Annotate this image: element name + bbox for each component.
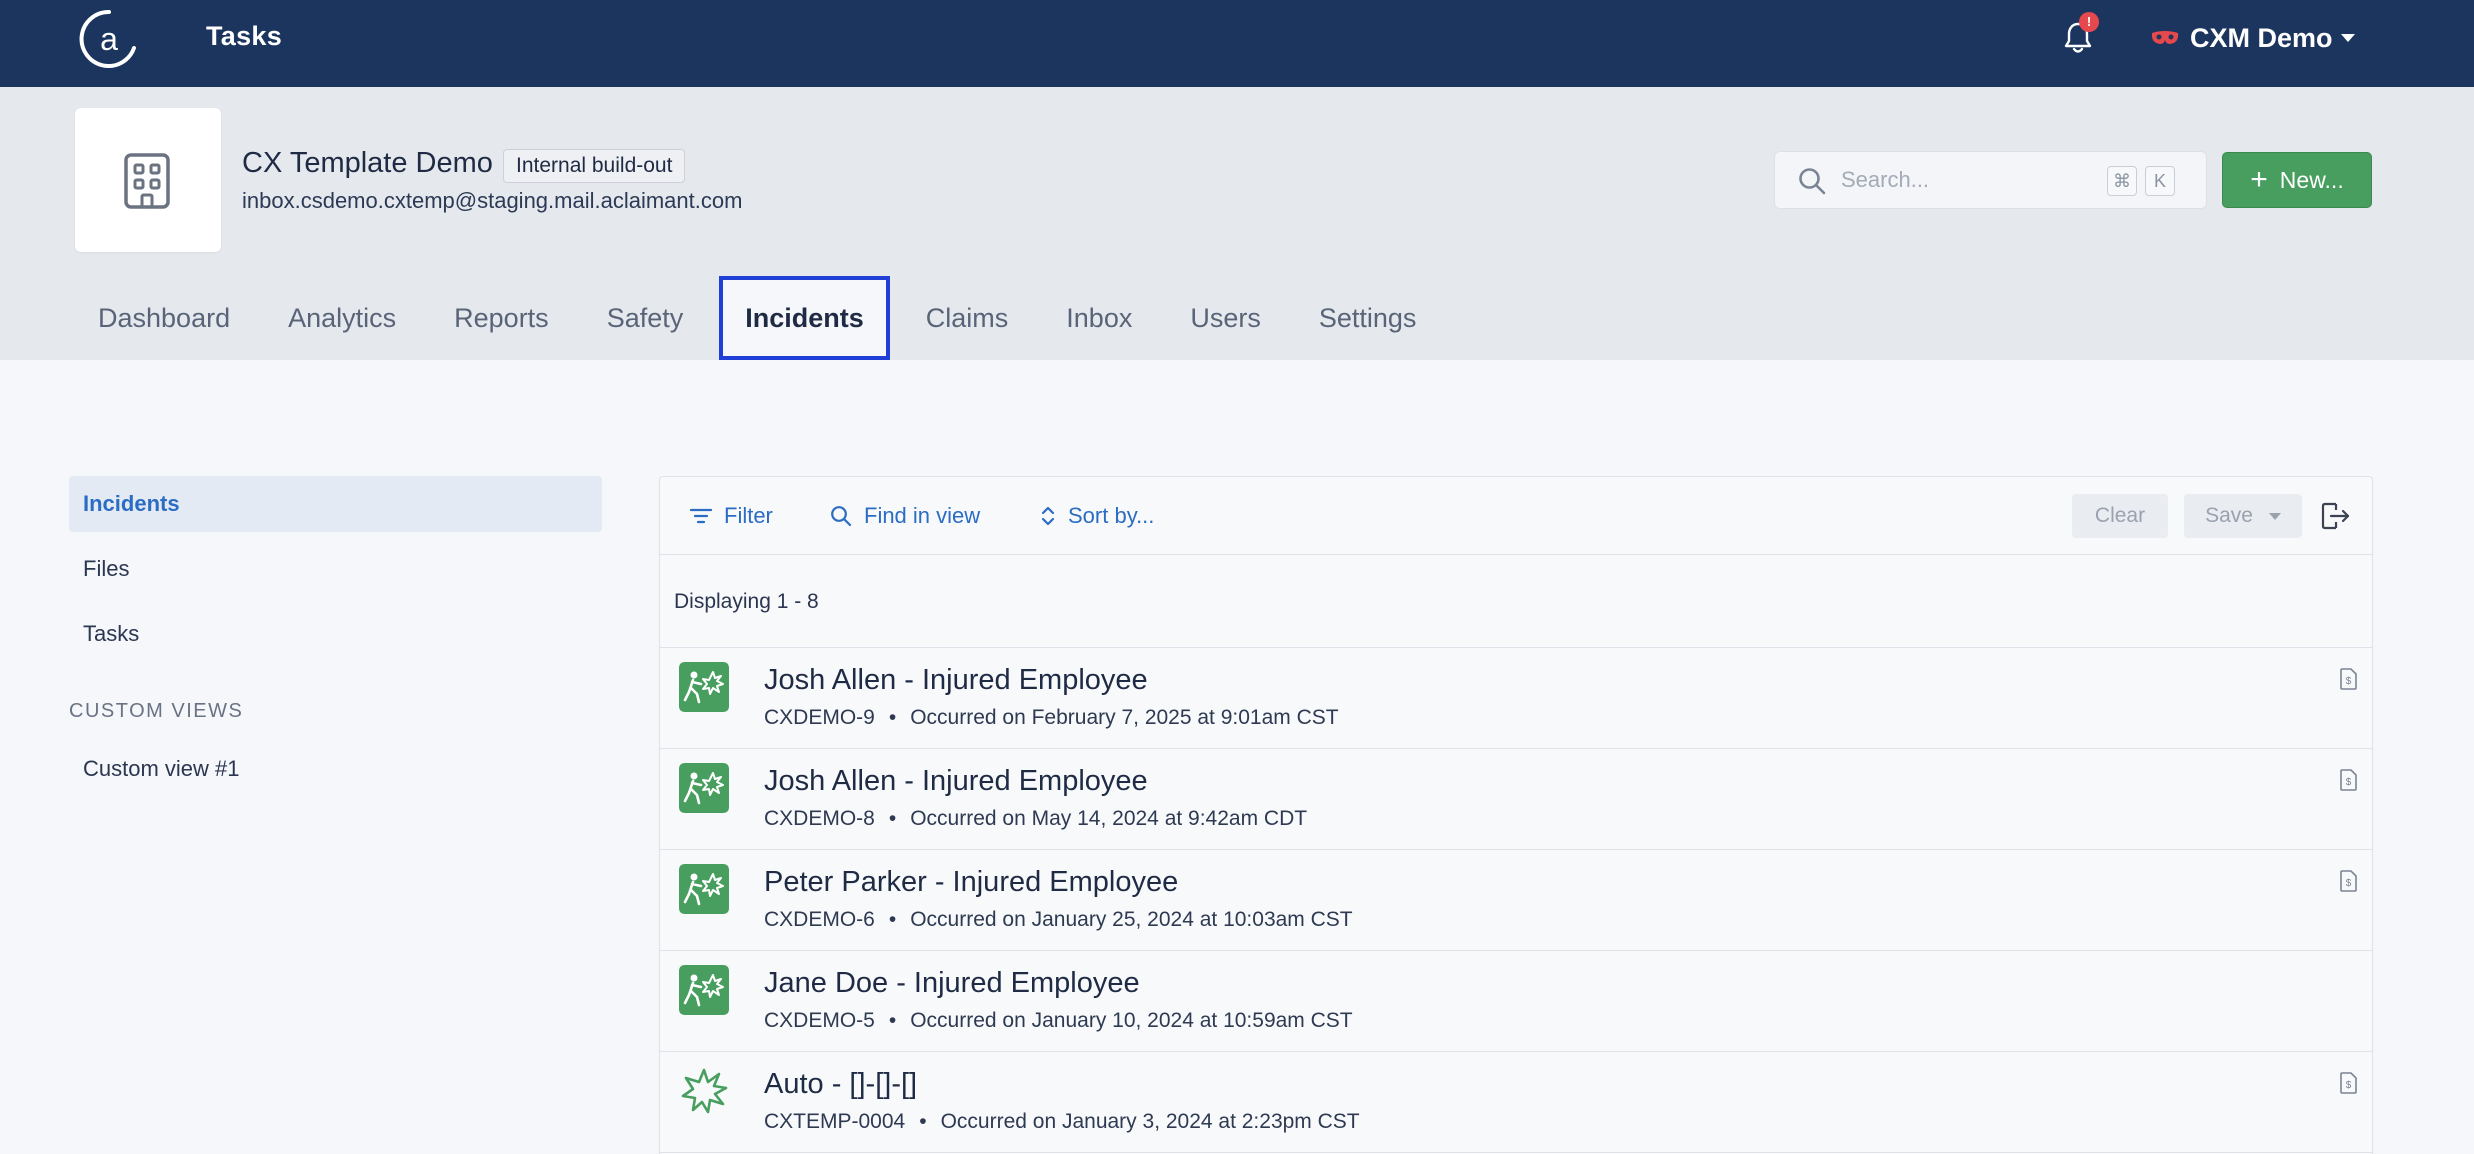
auto-incident-burst-icon	[681, 1068, 728, 1114]
incident-meta: CXDEMO-8 • Occurred on May 14, 2024 at 9:4…	[764, 807, 1307, 831]
incident-occurred: Occurred on February 7, 2025 at 9:01am C…	[910, 706, 1339, 729]
incident-id: CXDEMO-6	[764, 908, 875, 931]
sidebar-item-files[interactable]: Files	[69, 541, 602, 597]
result-count: Displaying 1 - 8	[674, 590, 819, 613]
top-navigation-bar: a Tasks ! CXM Demo	[0, 0, 2474, 87]
meta-separator: •	[888, 807, 897, 830]
incident-meta: CXDEMO-5 • Occurred on January 10, 2024 at…	[764, 1009, 1353, 1033]
organization-tag: Internal build-out	[503, 149, 686, 183]
list-item[interactable]: Peter Parker - Injured Employee CXDEMO-6…	[660, 850, 2372, 951]
svg-text:$: $	[2346, 1080, 2352, 1091]
injured-employee-icon	[679, 965, 729, 1015]
claim-document-icon: $	[2340, 668, 2357, 690]
incident-title: Peter Parker - Injured Employee	[764, 866, 1179, 898]
incident-id: CXTEMP-0004	[764, 1110, 906, 1133]
meta-separator: •	[888, 908, 897, 931]
injured-employee-icon	[679, 662, 729, 712]
organization-email: inbox.csdemo.cxtemp@staging.mail.aclaima…	[242, 188, 743, 213]
list-item[interactable]: Josh Allen - Injured Employee CXDEMO-9 • O…	[660, 648, 2372, 749]
main-tabs: Dashboard Analytics Reports Safety Incid…	[76, 276, 1452, 360]
incident-meta: CXDEMO-6 • Occurred on January 25, 2024 at…	[764, 908, 1353, 932]
find-in-view-label: Find in view	[864, 503, 981, 528]
shortcut-k-key: K	[2145, 166, 2175, 196]
tab-inbox[interactable]: Inbox	[1044, 276, 1154, 360]
filter-label: Filter	[724, 503, 773, 528]
save-button[interactable]: Save	[2184, 494, 2302, 538]
claim-document-icon: $	[2340, 870, 2357, 892]
incidents-list-panel: Filter Find in view Sort by... Clear Sav…	[659, 476, 2373, 1154]
claim-document-icon: $	[2340, 769, 2357, 791]
list-item[interactable]: Jane Doe - Injured Employee CXDEMO-5 • Occ…	[660, 951, 2372, 1052]
tab-reports[interactable]: Reports	[432, 276, 571, 360]
incident-title: Jane Doe - Injured Employee	[764, 967, 1140, 999]
incident-id: CXDEMO-8	[764, 807, 875, 830]
sidebar-item-custom-view-1[interactable]: Custom view #1	[69, 741, 602, 797]
find-in-view-button[interactable]: Find in view	[830, 499, 980, 533]
claim-document-icon: $	[2340, 1072, 2357, 1094]
building-icon	[124, 153, 170, 209]
new-button[interactable]: + New...	[2222, 152, 2372, 208]
tab-analytics[interactable]: Analytics	[266, 276, 418, 360]
sidebar-item-tasks[interactable]: Tasks	[69, 606, 602, 662]
search-icon	[1799, 168, 1826, 195]
sort-icon	[1041, 506, 1055, 526]
chevron-down-icon	[2268, 512, 2281, 520]
sort-by-label: Sort by...	[1068, 503, 1155, 528]
incident-title: Josh Allen - Injured Employee	[764, 765, 1148, 797]
meta-separator: •	[888, 1009, 897, 1032]
new-button-label: New...	[2279, 166, 2344, 193]
export-icon[interactable]	[2320, 501, 2352, 531]
shortcut-command-key: ⌘	[2107, 166, 2137, 196]
search-input[interactable]	[1841, 162, 2091, 198]
tab-claims[interactable]: Claims	[904, 276, 1031, 360]
plus-icon: +	[2250, 163, 2268, 196]
filter-icon	[690, 508, 712, 524]
injured-employee-icon	[679, 864, 729, 914]
incident-title: Auto - []-[]-[]	[764, 1068, 918, 1100]
incident-title: Josh Allen - Injured Employee	[764, 664, 1148, 696]
incident-occurred: Occurred on January 25, 2024 at 10:03am …	[910, 908, 1353, 931]
incident-occurred: Occurred on May 14, 2024 at 9:42am CDT	[910, 807, 1308, 830]
save-label: Save	[2205, 504, 2253, 527]
incident-meta: CXDEMO-9 • Occurred on February 7, 2025 at…	[764, 706, 1339, 730]
search-box[interactable]: ⌘ K	[1774, 151, 2207, 209]
list-item[interactable]: Auto - []-[]-[] CXTEMP-0004 • Occurred on …	[660, 1052, 2372, 1153]
user-menu[interactable]: CXM Demo	[2150, 18, 2355, 58]
svg-text:$: $	[2346, 676, 2352, 687]
aclaimant-logo-icon[interactable]: a	[78, 8, 140, 70]
result-count-row: Displaying 1 - 8	[660, 555, 2372, 648]
list-item[interactable]: Josh Allen - Injured Employee CXDEMO-8 • O…	[660, 749, 2372, 850]
tab-incidents[interactable]: Incidents	[719, 276, 890, 360]
user-name: CXM Demo	[2190, 22, 2333, 53]
filter-button[interactable]: Filter	[690, 499, 773, 533]
svg-text:$: $	[2346, 777, 2352, 788]
clear-button[interactable]: Clear	[2072, 494, 2168, 538]
app-title: Tasks	[206, 21, 283, 51]
list-toolbar: Filter Find in view Sort by... Clear Sav…	[660, 477, 2372, 555]
svg-text:$: $	[2346, 878, 2352, 889]
tab-users[interactable]: Users	[1168, 276, 1283, 360]
sidebar-item-incidents[interactable]: Incidents	[69, 476, 602, 532]
incident-occurred: Occurred on January 10, 2024 at 10:59am …	[910, 1009, 1353, 1032]
incident-meta: CXTEMP-0004 • Occurred on January 3, 2024 …	[764, 1110, 1360, 1134]
tab-settings[interactable]: Settings	[1297, 276, 1439, 360]
incident-id: CXDEMO-9	[764, 706, 875, 729]
meta-separator: •	[888, 706, 897, 729]
meta-separator: •	[919, 1110, 927, 1133]
tab-safety[interactable]: Safety	[585, 276, 706, 360]
tab-dashboard[interactable]: Dashboard	[76, 276, 252, 360]
organization-name: CX Template Demo	[242, 147, 493, 179]
svg-text:a: a	[100, 21, 118, 57]
chevron-down-icon	[2340, 34, 2355, 42]
sort-by-button[interactable]: Sort by...	[1040, 499, 1154, 533]
incident-occurred: Occurred on January 3, 2024 at 2:23pm CS…	[940, 1110, 1360, 1133]
notification-badge: !	[2079, 12, 2099, 32]
organization-avatar	[75, 108, 221, 252]
search-icon	[831, 506, 852, 527]
custom-views-heading: CUSTOM VIEWS	[69, 700, 244, 722]
incident-id: CXDEMO-5	[764, 1009, 875, 1032]
user-mask-icon	[2151, 31, 2179, 44]
injured-employee-icon	[679, 763, 729, 813]
